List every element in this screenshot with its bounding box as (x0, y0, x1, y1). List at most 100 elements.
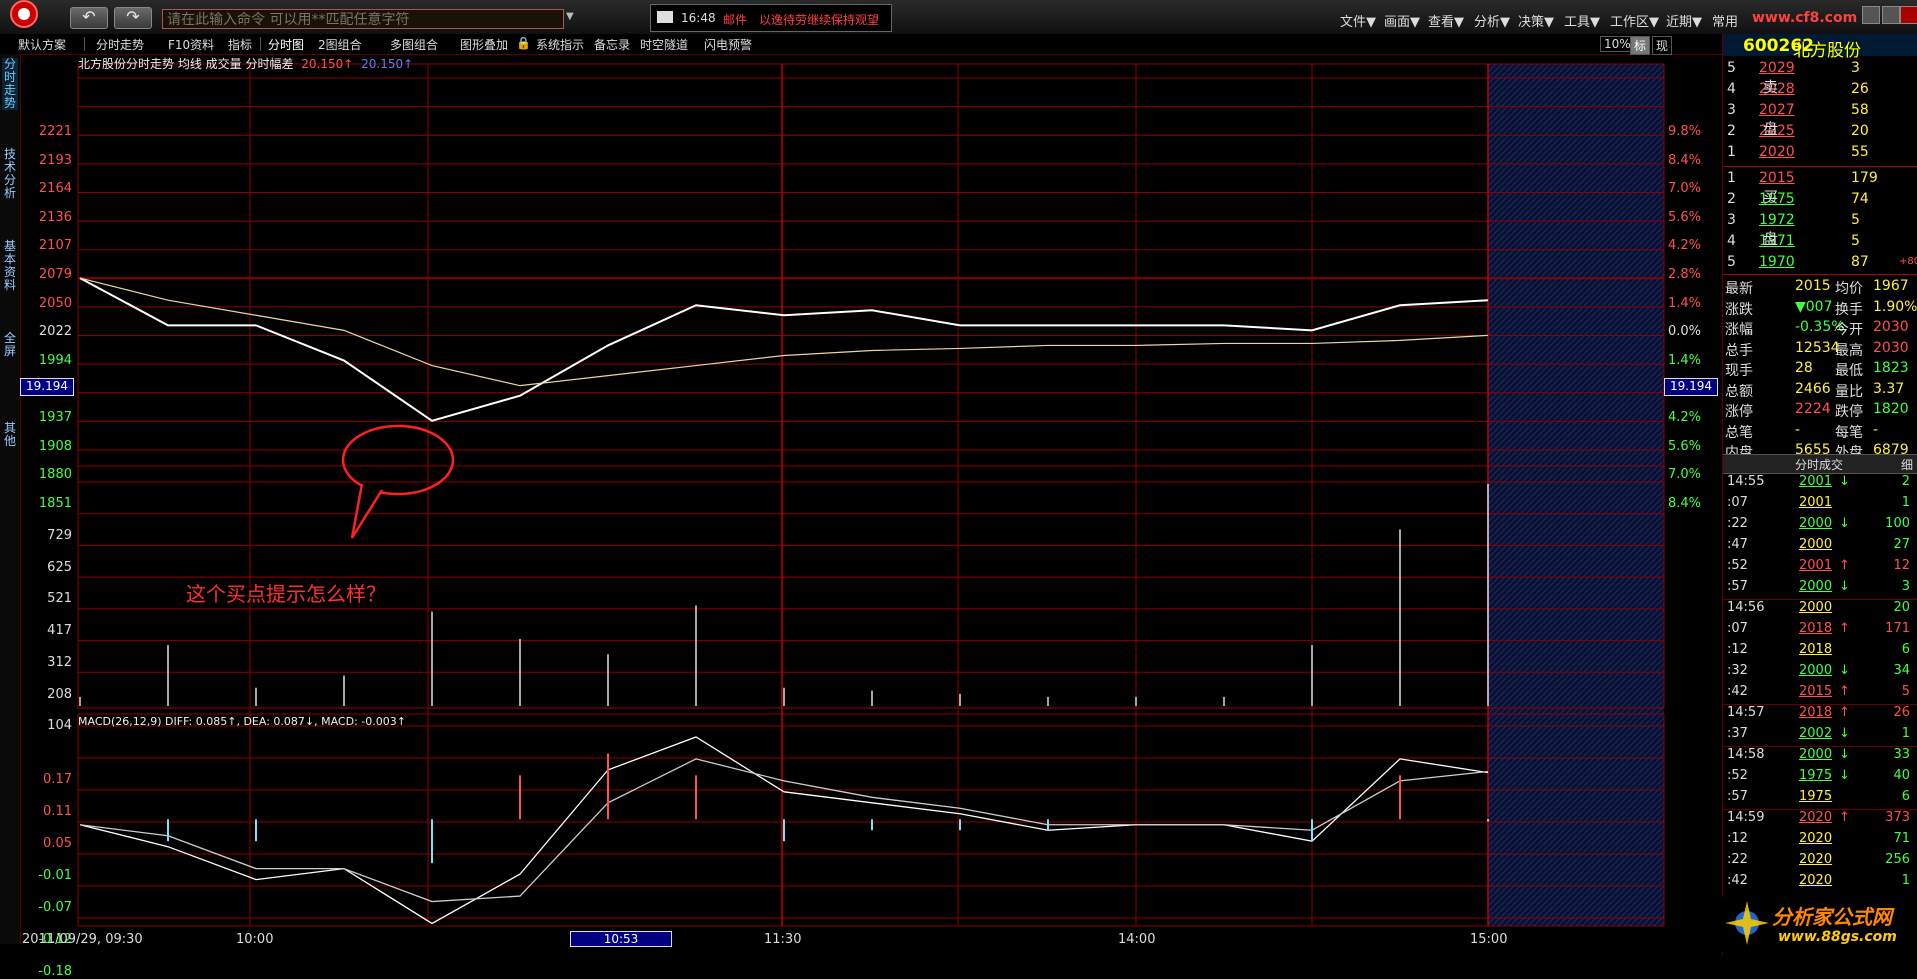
close-button[interactable] (1900, 6, 1917, 24)
trade-price: 2000 (1799, 537, 1833, 552)
trade-time: :57 (1727, 789, 1748, 804)
order-book-buy-row[interactable]: 2 1975 74 (1723, 191, 1917, 211)
order-book-sell-row[interactable]: 4 2028 26 (1723, 81, 1917, 101)
back-button[interactable]: ↶ (70, 7, 108, 29)
tb-two-chart[interactable]: 2图组合 (318, 36, 362, 53)
trade-row[interactable]: :42 2015 ↑ 5 (1723, 684, 1917, 704)
order-book-sell-row[interactable]: 5 2029 3 (1723, 60, 1917, 80)
arrow-down-icon: ↓ (1839, 579, 1850, 594)
pct-tick-label: 0.0% (1668, 324, 1702, 340)
menu-screen[interactable]: 画面▼ (1384, 11, 1420, 30)
trade-volume: 1 (1901, 726, 1910, 741)
trade-volume: 27 (1893, 537, 1910, 552)
order-level: 3 (1727, 212, 1736, 228)
x-label-1500: 15:00 (1470, 932, 1508, 947)
order-book-buy-row[interactable]: 5 1970 87 (1723, 254, 1917, 274)
trade-row[interactable]: 14:58 2000 ↓ 33 (1723, 747, 1917, 767)
order-book-sell-row[interactable]: 3 2027 58 (1723, 102, 1917, 122)
trade-row[interactable]: :07 2018 ↑ 171 (1723, 621, 1917, 641)
trade-time: 14:59 (1727, 810, 1765, 825)
tb-memo[interactable]: 备忘录 (594, 36, 630, 53)
menu-file[interactable]: 文件▼ (1340, 11, 1376, 30)
order-volume: 5 (1851, 233, 1860, 249)
menu-recent[interactable]: 近期▼ (1666, 11, 1702, 30)
macd-tick-label: 0.05 (43, 836, 72, 851)
macd-title: MACD(26,12,9) DIFF: 0.085↑, DEA: 0.087↓,… (78, 715, 406, 728)
chart-area[interactable]: 北方股份分时走势 均线 成交量 分时幅差 20.150↑ 20.150↑ 222… (0, 54, 1722, 979)
trade-row[interactable]: :47 2000 27 (1723, 537, 1917, 557)
arrow-down-icon: ↓ (1839, 663, 1850, 678)
chart-title: 北方股份分时走势 均线 成交量 分时幅差 20.150↑ 20.150↑ (78, 55, 413, 72)
command-dropdown-icon[interactable]: ▼ (566, 11, 574, 22)
tb-time-tunnel[interactable]: 时空隧道 (640, 36, 688, 53)
trade-row[interactable]: :32 2000 ↓ 34 (1723, 663, 1917, 683)
watermark-title: 分析家公式网 (1772, 905, 1892, 929)
brand-watermark: www.cf8.com (1752, 10, 1858, 26)
trade-volume: 5 (1901, 684, 1910, 699)
tb-mark[interactable]: 标 (1630, 36, 1651, 55)
menu-tools[interactable]: 工具▼ (1564, 11, 1600, 30)
stock-header: 600262 北方股份 (1723, 34, 1917, 61)
trade-price: 2000 (1799, 579, 1833, 594)
volume-tick-label: 104 (47, 718, 72, 734)
trades-title: 分时成交 (1795, 458, 1844, 472)
order-book-sell-row[interactable]: 2 2025 20 (1723, 123, 1917, 143)
order-level: 4 (1727, 233, 1736, 249)
trade-row[interactable]: :12 2018 6 (1723, 642, 1917, 662)
volume-tick-label: 208 (47, 686, 72, 702)
trade-volume: 171 (1885, 621, 1910, 636)
tb-system-hint[interactable]: 系统指示 (536, 36, 584, 53)
x-label-1000: 10:00 (236, 932, 274, 947)
menu-common[interactable]: 常用 (1712, 11, 1738, 30)
tb-timeshare[interactable]: 分时走势 (96, 36, 144, 53)
trade-row[interactable]: :52 2001 ↑ 12 (1723, 558, 1917, 578)
quote-label: 最高 (1835, 342, 1863, 359)
minimize-button[interactable] (1862, 6, 1880, 24)
tb-timeshare-chart[interactable]: 分时图 (268, 36, 304, 53)
chart-title-value2: 20.150↑ (361, 57, 414, 71)
tb-indicator[interactable]: 指标 (228, 36, 252, 53)
order-book-buy-row[interactable]: 3 1972 5 (1723, 212, 1917, 232)
trade-row[interactable]: :52 1975 ↓ 40 (1723, 768, 1917, 788)
trade-row[interactable]: :22 2020 256 (1723, 852, 1917, 872)
menu-view[interactable]: 查看▼ (1428, 11, 1464, 30)
tb-f10[interactable]: F10资料 (168, 36, 214, 53)
tb-flash-alert[interactable]: 闪电预警 (704, 36, 752, 53)
trades-detail-tab[interactable]: 细 (1901, 456, 1913, 473)
trade-row[interactable]: :37 2002 ↓ 1 (1723, 726, 1917, 746)
menu-decision[interactable]: 决策▼ (1518, 11, 1554, 30)
trade-row[interactable]: :57 1975 6 (1723, 789, 1917, 809)
trade-time: :47 (1727, 537, 1748, 552)
trade-time: :57 (1727, 579, 1748, 594)
order-book-sell-row[interactable]: 1 2020 55 (1723, 144, 1917, 164)
order-book-buy-row[interactable]: 1 2015 179 (1723, 170, 1917, 190)
order-book-buy-row[interactable]: 4 1971 5 (1723, 233, 1917, 253)
annotation-text: 这个买点提示怎么样？ (186, 582, 386, 606)
panel-border-0 (77, 63, 1665, 467)
trade-row[interactable]: 14:57 2018 ↑ 26 (1723, 705, 1917, 725)
tb-overlay[interactable]: 图形叠加 (460, 36, 508, 53)
trade-row[interactable]: 14:56 2000 20 (1723, 600, 1917, 620)
maximize-button[interactable] (1882, 6, 1900, 24)
trade-row[interactable]: :42 2020 1 (1723, 873, 1917, 893)
tb-default-scheme[interactable]: 默认方案 (18, 36, 66, 53)
tb-multi-chart[interactable]: 多图组合 (390, 36, 438, 53)
forward-button[interactable]: ↷ (114, 7, 152, 29)
trade-row[interactable]: :22 2000 ↓ 100 (1723, 516, 1917, 536)
trade-row[interactable]: :57 2000 ↓ 3 (1723, 579, 1917, 599)
pct-tick-label: 9.8% (1668, 124, 1702, 139)
volume-tick-label: 625 (47, 559, 72, 575)
order-volume: 58 (1851, 102, 1869, 118)
chart-canvas[interactable] (0, 54, 1722, 944)
arrow-down-icon: ↓ (1839, 516, 1850, 531)
menu-analysis[interactable]: 分析▼ (1474, 11, 1510, 30)
trade-row[interactable]: :12 2020 71 (1723, 831, 1917, 851)
trade-row[interactable]: :07 2001 1 (1723, 495, 1917, 515)
tb-current[interactable]: 现 (1652, 36, 1673, 55)
command-input[interactable]: 请在此输入命令 可以用**匹配任意字符 (162, 9, 564, 29)
menu-workspace[interactable]: 工作区▼ (1610, 11, 1659, 30)
trade-row[interactable]: 14:55 2001 ↓ 2 (1723, 474, 1917, 494)
lock-icon[interactable]: 🔒 (516, 36, 531, 50)
mail-ticker[interactable]: 16:48 邮件 以逸待劳继续保持观望 (650, 4, 892, 32)
trade-row[interactable]: 14:59 2020 ↑ 373 (1723, 810, 1917, 830)
